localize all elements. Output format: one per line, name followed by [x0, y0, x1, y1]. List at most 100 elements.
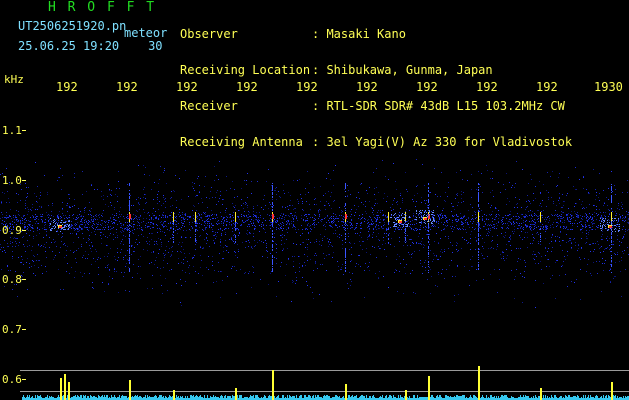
noise-pixel [192, 227, 193, 228]
noise-pixel [541, 215, 542, 216]
noise-pixel [280, 266, 281, 267]
noise-pixel [197, 216, 198, 217]
noise-pixel [479, 223, 480, 224]
noise-pixel [437, 286, 438, 287]
noise-pixel [224, 217, 225, 218]
noise-pixel [557, 214, 558, 215]
noise-pixel [382, 228, 383, 229]
noise-pixel [510, 235, 511, 236]
noise-pixel [619, 214, 620, 215]
noise-pixel [89, 235, 90, 236]
level-bar [195, 396, 196, 400]
noise-pixel [463, 201, 464, 202]
level-bar [185, 396, 186, 400]
noise-pixel [102, 229, 103, 230]
noise-pixel [369, 187, 370, 188]
meteor-streak [611, 257, 612, 258]
signal-blob [60, 222, 61, 223]
noise-pixel [136, 239, 137, 240]
noise-pixel [151, 239, 152, 240]
noise-pixel [299, 179, 300, 180]
noise-pixel [566, 195, 567, 196]
noise-pixel [37, 228, 38, 229]
noise-pixel [161, 285, 162, 286]
noise-pixel [178, 223, 179, 224]
noise-pixel [173, 190, 174, 191]
noise-pixel [38, 219, 39, 220]
noise-pixel [531, 179, 532, 180]
noise-pixel [461, 248, 462, 249]
noise-pixel [292, 282, 293, 283]
noise-pixel [160, 222, 161, 223]
noise-pixel [362, 241, 363, 242]
meteor-streak [129, 240, 130, 241]
noise-pixel [581, 204, 582, 205]
noise-pixel [7, 265, 8, 266]
noise-pixel [33, 238, 34, 239]
noise-pixel [238, 230, 239, 231]
noise-pixel [589, 227, 590, 228]
signal-blob [57, 225, 58, 226]
noise-pixel [602, 228, 603, 229]
noise-pixel [523, 229, 524, 230]
noise-pixel [41, 245, 42, 246]
noise-pixel [39, 233, 40, 234]
noise-pixel [6, 217, 7, 218]
noise-pixel [140, 216, 141, 217]
noise-pixel [58, 214, 59, 215]
noise-pixel [16, 238, 17, 239]
meteor-streak [611, 230, 612, 231]
noise-pixel [325, 193, 326, 194]
noise-pixel [139, 225, 140, 226]
noise-pixel [124, 229, 125, 230]
noise-pixel [387, 217, 388, 218]
noise-pixel [116, 220, 117, 221]
noise-pixel [409, 210, 410, 211]
noise-pixel [449, 265, 450, 266]
noise-pixel [68, 220, 69, 221]
noise-pixel [179, 216, 180, 217]
noise-pixel [61, 217, 62, 218]
noise-pixel [468, 224, 469, 225]
noise-pixel [223, 225, 224, 226]
noise-pixel [502, 224, 503, 225]
meteor-streak [345, 203, 346, 204]
noise-pixel [107, 267, 108, 268]
noise-pixel [556, 222, 557, 223]
noise-pixel [616, 215, 617, 216]
noise-pixel [365, 206, 366, 207]
noise-pixel [101, 243, 102, 244]
noise-pixel [618, 205, 619, 206]
meteor-streak [272, 209, 273, 210]
noise-pixel [123, 276, 124, 277]
level-bar [304, 395, 305, 400]
noise-pixel [179, 242, 180, 243]
noise-pixel [590, 217, 591, 218]
noise-pixel [472, 227, 473, 228]
noise-pixel [232, 181, 233, 182]
noise-pixel [157, 267, 158, 268]
noise-pixel [503, 236, 504, 237]
noise-pixel [576, 189, 577, 190]
noise-pixel [597, 215, 598, 216]
noise-pixel [2, 251, 3, 252]
noise-pixel [163, 226, 164, 227]
noise-pixel [87, 227, 88, 228]
noise-pixel [545, 248, 546, 249]
noise-pixel [533, 193, 534, 194]
noise-pixel [270, 204, 271, 205]
level-bar [23, 395, 24, 400]
noise-pixel [410, 217, 411, 218]
noise-pixel [578, 217, 579, 218]
noise-pixel [47, 192, 48, 193]
signal-blob [68, 226, 69, 227]
noise-pixel [293, 180, 294, 181]
noise-pixel [242, 220, 243, 221]
noise-pixel [608, 209, 609, 210]
noise-pixel [117, 248, 118, 249]
level-bar [132, 396, 133, 400]
noise-pixel [559, 275, 560, 276]
meteor-streak [345, 183, 346, 184]
noise-pixel [471, 231, 472, 232]
noise-pixel [583, 188, 584, 189]
